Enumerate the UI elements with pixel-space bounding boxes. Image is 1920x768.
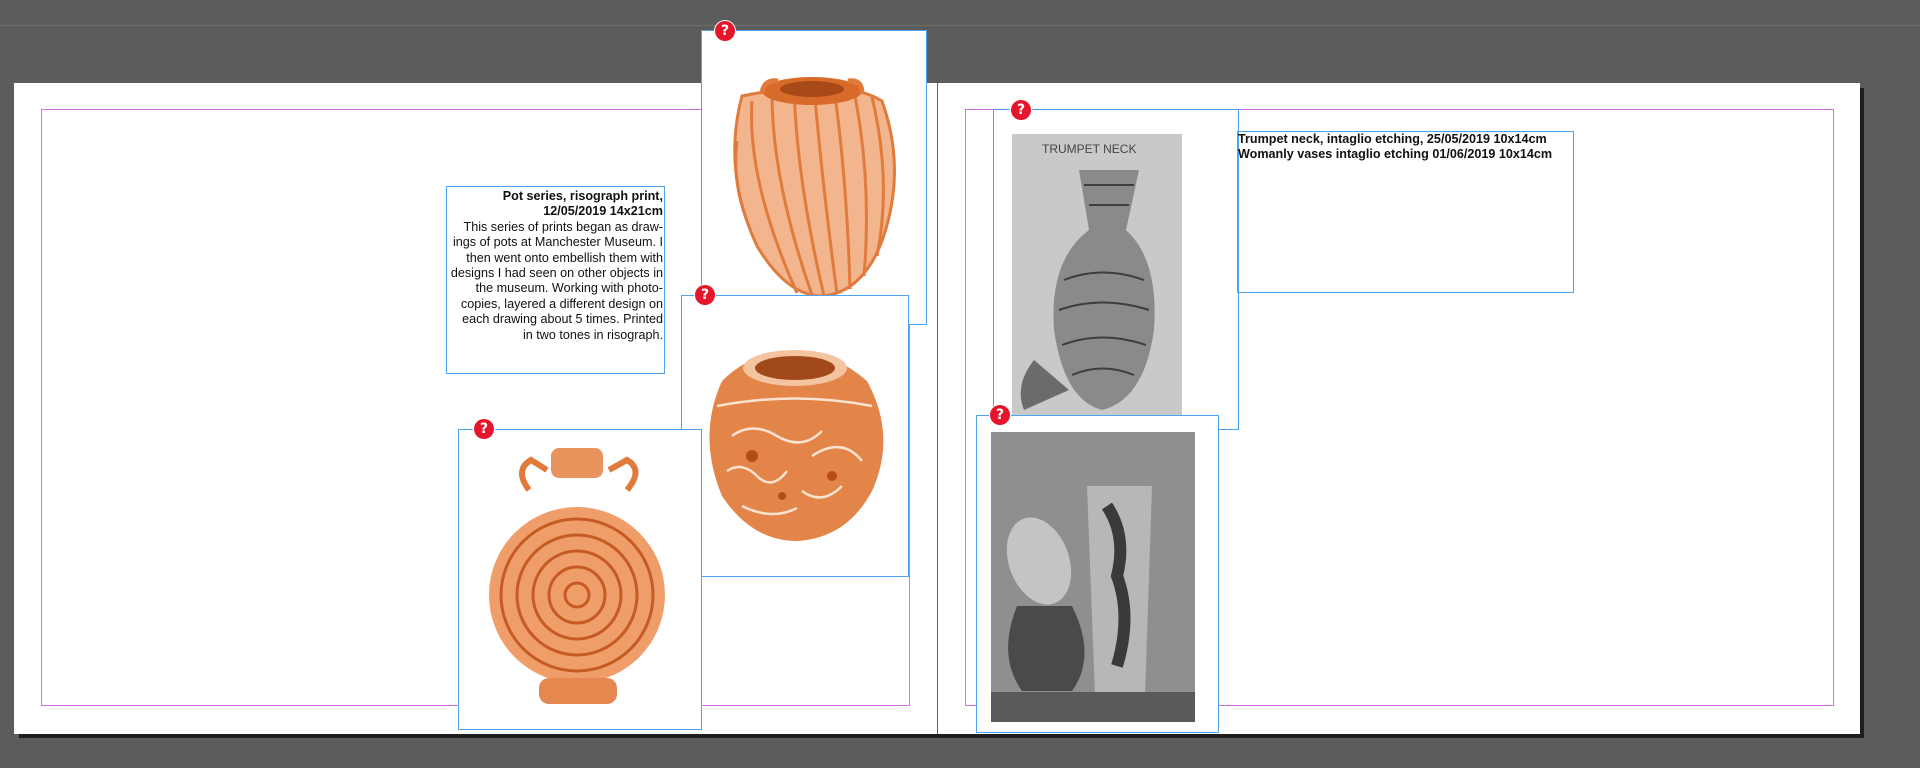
spread-spine xyxy=(937,83,938,734)
caption-pot-series[interactable]: Pot series, risograph print, 12/05/2019 … xyxy=(446,186,665,374)
missing-link-icon[interactable]: ? xyxy=(1011,100,1031,120)
etching-inscription: TRUMPET NECK xyxy=(1042,142,1136,156)
caption-trumpet-neck: Trumpet neck, intaglio etching, 25/05/20… xyxy=(1238,132,1547,146)
image-frame-trumpet-neck[interactable]: TRUMPET NECK xyxy=(993,109,1239,430)
caption-womanly-vases: Womanly vases intaglio etching 01/06/201… xyxy=(1238,147,1553,162)
image-frame-ribbed-pot[interactable] xyxy=(701,30,927,325)
image-frame-womanly-vases[interactable] xyxy=(976,415,1219,733)
round-pot-illustration xyxy=(709,350,884,541)
flask-pot-illustration xyxy=(489,448,665,704)
caption-pot-series-title-2: 12/05/2019 14x21cm xyxy=(543,204,663,219)
missing-link-icon[interactable]: ? xyxy=(474,419,494,439)
ribbed-pot-illustration xyxy=(733,77,896,296)
missing-link-icon[interactable]: ? xyxy=(715,21,735,41)
womanly-vases-etching xyxy=(991,432,1195,722)
caption-pot-series-body: This series of prints began as draw-ings… xyxy=(450,219,663,342)
missing-link-icon[interactable]: ? xyxy=(990,405,1010,425)
image-frame-round-pot[interactable] xyxy=(681,295,909,577)
image-frame-flask-pot[interactable] xyxy=(458,429,702,730)
caption-pot-series-title-1: Pot series, risograph print, xyxy=(502,189,663,203)
control-bar-divider xyxy=(0,25,1920,26)
caption-etchings[interactable]: Trumpet neck, intaglio etching, 25/05/20… xyxy=(1237,131,1574,293)
trumpet-neck-etching: TRUMPET NECK xyxy=(1012,134,1182,426)
missing-link-icon[interactable]: ? xyxy=(695,285,715,305)
